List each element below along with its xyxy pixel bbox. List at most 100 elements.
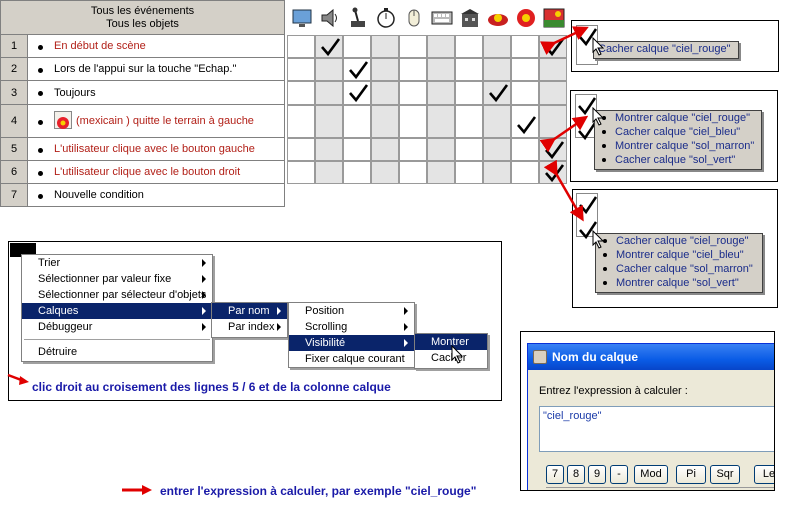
grid-cell[interactable] (399, 105, 427, 138)
grid-cell[interactable] (343, 161, 371, 184)
grid-cell[interactable] (427, 81, 455, 105)
grid-cell[interactable] (343, 58, 371, 81)
grid-cell[interactable] (371, 35, 399, 58)
event-row[interactable]: 1 En début de scène (0, 35, 285, 58)
menu-item-fixer-calque[interactable]: Fixer calque courant (289, 351, 414, 367)
grid-cell[interactable] (511, 81, 539, 105)
grid-cell[interactable] (371, 138, 399, 161)
grid-cell[interactable] (427, 58, 455, 81)
grid-cell[interactable] (287, 105, 315, 138)
grid-cell[interactable] (427, 161, 455, 184)
popup3-item[interactable]: Montrer calque "sol_vert" (596, 276, 762, 290)
event-label[interactable]: Nouvelle condition (28, 184, 284, 206)
grid-cell[interactable] (315, 58, 343, 81)
calc-button-8[interactable]: 8 (567, 465, 585, 484)
event-label[interactable]: Lors de l'appui sur la touche "Echap." (28, 58, 284, 80)
calc-button-mod[interactable]: Mod (634, 465, 668, 484)
grid-cell[interactable] (343, 105, 371, 138)
grid-cell[interactable] (371, 161, 399, 184)
grid-cell[interactable] (343, 35, 371, 58)
grid-cell[interactable] (483, 161, 511, 184)
menu-item-detruire[interactable]: Détruire (22, 344, 212, 360)
calc-button-le[interactable]: Le (754, 465, 774, 484)
grid-cell[interactable] (399, 161, 427, 184)
event-row[interactable]: 6 L'utilisateur clique avec le bouton dro… (0, 161, 285, 184)
event-row[interactable]: 3 Toujours (0, 81, 285, 105)
calc-button-minus[interactable]: - (610, 465, 628, 484)
grid-cell[interactable] (371, 58, 399, 81)
menu-item-calques[interactable]: Calques (22, 303, 212, 319)
grid-cell[interactable] (483, 81, 511, 105)
sombrero-red-icon[interactable] (512, 3, 539, 33)
grid-cell[interactable] (315, 105, 343, 138)
building-icon[interactable] (456, 3, 483, 33)
grid-cell[interactable] (427, 105, 455, 138)
menu-item-scrolling[interactable]: Scrolling (289, 319, 414, 335)
menu-item-position[interactable]: Position (289, 303, 414, 319)
popup2-item[interactable]: Montrer calque "sol_marron" (595, 139, 761, 153)
grid-cell[interactable] (371, 105, 399, 138)
grid-cell[interactable] (315, 138, 343, 161)
menu-item-par-index[interactable]: Par index (212, 319, 287, 335)
popup3-item[interactable]: Cacher calque "ciel_rouge" (596, 234, 762, 248)
popup3-item[interactable]: Cacher calque "sol_marron" (596, 262, 762, 276)
calc-button-sqr[interactable]: Sqr (710, 465, 740, 484)
joystick-icon[interactable] (344, 3, 371, 33)
grid-cell[interactable] (511, 58, 539, 81)
grid-cell[interactable] (455, 35, 483, 58)
grid-cell[interactable] (343, 138, 371, 161)
grid-cell[interactable] (511, 105, 539, 138)
event-label[interactable]: En début de scène (28, 35, 284, 57)
menu-item-trier[interactable]: Trier (22, 255, 212, 271)
grid-cell[interactable] (483, 35, 511, 58)
grid-cell[interactable] (287, 58, 315, 81)
grid-cell[interactable] (371, 81, 399, 105)
grid-cell[interactable] (483, 105, 511, 138)
calc-button-9[interactable]: 9 (588, 465, 606, 484)
event-label[interactable]: (mexicain ) quitte le terrain à gauche (28, 105, 284, 137)
grid-cell[interactable] (343, 81, 371, 105)
grid-cell[interactable] (511, 35, 539, 58)
grid-cell[interactable] (511, 138, 539, 161)
grid-cell[interactable] (315, 35, 343, 58)
menu-item-visibilite[interactable]: Visibilité (289, 335, 414, 351)
timer-icon[interactable] (372, 3, 399, 33)
popup1-item-hide-ciel-rouge[interactable]: Cacher calque "ciel_rouge" (594, 42, 738, 56)
monitor-icon[interactable] (288, 3, 315, 33)
grid-cell[interactable] (399, 81, 427, 105)
popup2-item[interactable]: Montrer calque "ciel_rouge" (595, 111, 761, 125)
grid-cell[interactable] (287, 35, 315, 58)
grid-cell[interactable] (483, 58, 511, 81)
popup3-item[interactable]: Montrer calque "ciel_bleu" (596, 248, 762, 262)
grid-cell[interactable] (315, 161, 343, 184)
menu-item-debugger[interactable]: Débuggeur (22, 319, 212, 335)
grid-cell[interactable] (455, 138, 483, 161)
event-label[interactable]: Toujours (28, 81, 284, 104)
menu-item-par-nom[interactable]: Par nom (212, 303, 287, 319)
expression-input[interactable]: "ciel_rouge" (539, 406, 774, 452)
grid-cell[interactable] (455, 161, 483, 184)
event-row[interactable]: 5 L'utilisateur clique avec le bouton gau… (0, 138, 285, 161)
popup2-item[interactable]: Cacher calque "sol_vert" (595, 153, 761, 167)
grid-cell[interactable] (455, 81, 483, 105)
grid-cell[interactable] (287, 161, 315, 184)
popup2-item[interactable]: Cacher calque "ciel_bleu" (595, 125, 761, 139)
event-row[interactable]: 4 (mexicain ) quitte le terrain à gauche (0, 105, 285, 138)
grid-cell[interactable] (287, 81, 315, 105)
grid-cell[interactable] (315, 81, 343, 105)
event-row[interactable]: 2 Lors de l'appui sur la touche "Echap." (0, 58, 285, 81)
calc-button-7[interactable]: 7 (546, 465, 564, 484)
grid-cell[interactable] (427, 138, 455, 161)
sombrero-icon[interactable] (484, 3, 511, 33)
event-label[interactable]: L'utilisateur clique avec le bouton gauc… (28, 138, 284, 160)
mouse-icon[interactable] (400, 3, 427, 33)
grid-cell[interactable] (399, 35, 427, 58)
event-row[interactable]: 7 Nouvelle condition (0, 184, 285, 207)
menu-item-select-object[interactable]: Sélectionner par sélecteur d'objets (22, 287, 212, 303)
menu-item-select-fixed[interactable]: Sélectionner par valeur fixe (22, 271, 212, 287)
grid-cell[interactable] (455, 105, 483, 138)
grid-cell[interactable] (399, 58, 427, 81)
keyboard-icon[interactable] (428, 3, 455, 33)
grid-cell[interactable] (455, 58, 483, 81)
grid-cell[interactable] (427, 35, 455, 58)
